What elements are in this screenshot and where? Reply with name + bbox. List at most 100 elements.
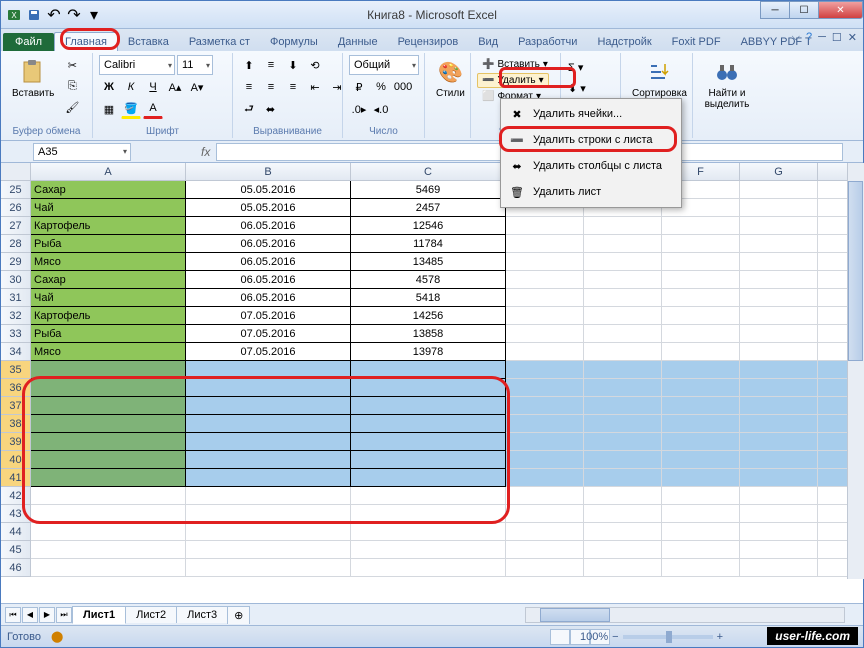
redo-icon[interactable]: ↷ [65, 6, 83, 24]
row-header-34[interactable]: 34 [1, 343, 31, 361]
cell[interactable] [740, 307, 818, 325]
cell[interactable]: 5469 [351, 181, 506, 199]
cell[interactable] [740, 271, 818, 289]
cell[interactable] [351, 451, 506, 469]
cell[interactable] [31, 469, 186, 487]
row-header-30[interactable]: 30 [1, 271, 31, 289]
cell[interactable]: Сахар [31, 181, 186, 199]
cell[interactable] [506, 505, 584, 523]
tab-addins[interactable]: Надстройк [587, 33, 661, 51]
align-center-icon[interactable]: ≡ [261, 77, 281, 97]
select-all-corner[interactable] [1, 163, 31, 181]
number-format-combo[interactable]: Общий [349, 55, 419, 75]
cells-insert-button[interactable]: ➕Вставить▾ [477, 57, 553, 72]
cell[interactable] [662, 361, 740, 379]
row-header-45[interactable]: 45 [1, 541, 31, 559]
currency-icon[interactable]: ₽ [349, 77, 369, 97]
tab-developer[interactable]: Разработчи [508, 33, 587, 51]
cell[interactable] [584, 451, 662, 469]
cell[interactable] [186, 415, 351, 433]
row-header-26[interactable]: 26 [1, 199, 31, 217]
help-icon[interactable]: ? [806, 31, 812, 44]
cell[interactable]: 14256 [351, 307, 506, 325]
row-header-25[interactable]: 25 [1, 181, 31, 199]
fx-icon[interactable]: fx [201, 145, 210, 159]
cell[interactable] [740, 505, 818, 523]
cell[interactable] [351, 541, 506, 559]
cell[interactable] [740, 343, 818, 361]
cell[interactable] [506, 469, 584, 487]
cell[interactable]: 06.05.2016 [186, 217, 351, 235]
cell[interactable] [740, 361, 818, 379]
cell[interactable]: Чай [31, 199, 186, 217]
cell[interactable]: 05.05.2016 [186, 181, 351, 199]
delete-rows-item[interactable]: ➖Удалить строки с листа [503, 127, 679, 153]
cell[interactable]: 06.05.2016 [186, 253, 351, 271]
cell[interactable] [584, 325, 662, 343]
cell[interactable] [584, 559, 662, 577]
cell[interactable] [506, 271, 584, 289]
cell[interactable] [584, 433, 662, 451]
cell[interactable] [31, 487, 186, 505]
cell[interactable] [506, 415, 584, 433]
cell[interactable] [662, 415, 740, 433]
cell[interactable] [584, 253, 662, 271]
cell[interactable] [662, 289, 740, 307]
cell[interactable] [584, 289, 662, 307]
font-grow-icon[interactable]: A▴ [165, 77, 185, 97]
horizontal-scrollbar[interactable] [525, 607, 845, 623]
row-header-27[interactable]: 27 [1, 217, 31, 235]
cell[interactable] [662, 487, 740, 505]
row-header-36[interactable]: 36 [1, 379, 31, 397]
sheet-tab-2[interactable]: Лист2 [125, 606, 177, 623]
cell[interactable]: Рыба [31, 325, 186, 343]
view-normal-button[interactable] [550, 629, 570, 645]
cell[interactable] [31, 541, 186, 559]
cell[interactable] [186, 433, 351, 451]
cell[interactable]: 13858 [351, 325, 506, 343]
percent-icon[interactable]: % [371, 77, 391, 97]
cell[interactable] [662, 235, 740, 253]
row-header-44[interactable]: 44 [1, 523, 31, 541]
cell[interactable] [740, 397, 818, 415]
decimal-dec-icon[interactable]: ◂.0 [371, 99, 391, 119]
underline-button[interactable]: Ч [143, 77, 163, 97]
cell[interactable] [740, 415, 818, 433]
italic-button[interactable]: К [121, 77, 141, 97]
cell[interactable] [740, 217, 818, 235]
cell[interactable] [740, 289, 818, 307]
tab-layout[interactable]: Разметка ст [179, 33, 260, 51]
cell[interactable] [584, 523, 662, 541]
cell[interactable] [506, 289, 584, 307]
cell[interactable] [31, 559, 186, 577]
cell[interactable] [351, 505, 506, 523]
cell[interactable]: 5418 [351, 289, 506, 307]
font-name-combo[interactable]: Calibri [99, 55, 175, 75]
cell[interactable] [186, 541, 351, 559]
new-sheet-button[interactable]: ⊕ [227, 606, 250, 624]
cell[interactable] [662, 451, 740, 469]
cell[interactable] [740, 235, 818, 253]
cell[interactable] [31, 379, 186, 397]
cell[interactable] [662, 523, 740, 541]
cell[interactable] [351, 487, 506, 505]
cell[interactable]: 06.05.2016 [186, 235, 351, 253]
cell[interactable]: 06.05.2016 [186, 289, 351, 307]
delete-sheet-item[interactable]: 🗑Удалить лист [503, 179, 679, 205]
save-icon[interactable] [25, 6, 43, 24]
cell[interactable] [31, 415, 186, 433]
zoom-in-button[interactable]: + [717, 631, 723, 643]
cell[interactable] [506, 253, 584, 271]
cell[interactable] [662, 379, 740, 397]
qat-more-icon[interactable]: ▾ [85, 6, 103, 24]
row-header-41[interactable]: 41 [1, 469, 31, 487]
tab-insert[interactable]: Вставка [118, 33, 179, 51]
cell[interactable]: 05.05.2016 [186, 199, 351, 217]
cell[interactable] [740, 181, 818, 199]
sheet-tab-1[interactable]: Лист1 [72, 606, 126, 624]
font-size-combo[interactable]: 11 [177, 55, 213, 75]
indent-dec-icon[interactable]: ⇤ [305, 77, 325, 97]
tab-foxit[interactable]: Foxit PDF [662, 33, 731, 51]
tab-view[interactable]: Вид [468, 33, 508, 51]
paste-button[interactable]: Вставить [7, 55, 59, 102]
